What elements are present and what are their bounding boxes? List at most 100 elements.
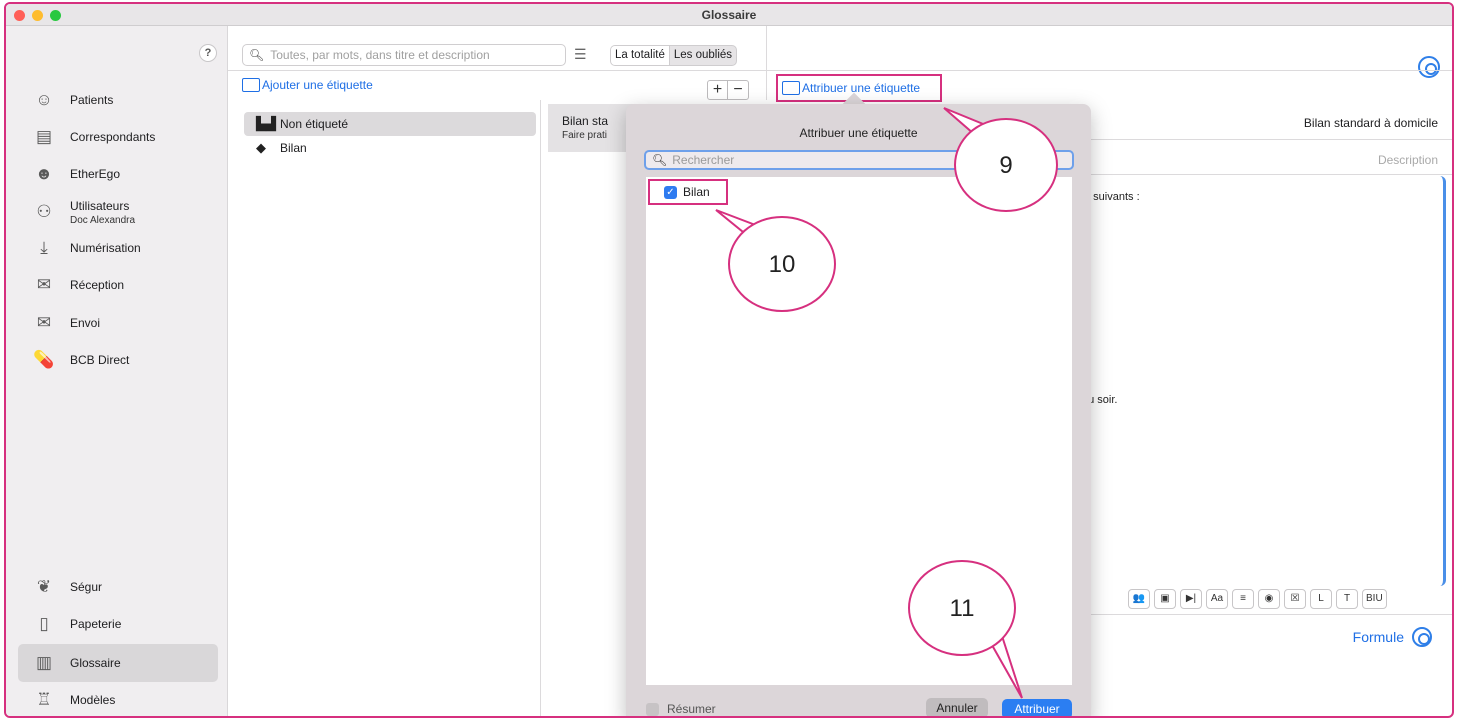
title-bar: Glossaire — [6, 4, 1452, 26]
glossary-entry-row[interactable]: Bilan sta Faire prati — [548, 104, 638, 152]
current-user-name: Doc Alexandra — [70, 214, 136, 226]
sidebar-item-etherego[interactable]: ☻ EtherEgo — [18, 158, 218, 190]
sidebar-item-label: Correspondants — [70, 130, 156, 144]
tag-folder-icon — [782, 81, 800, 95]
assign-confirm-button[interactable]: Attribuer — [1002, 699, 1072, 716]
document-title-field[interactable]: Bilan standard à domicile — [1304, 116, 1438, 130]
cancel-button[interactable]: Annuler — [926, 698, 988, 716]
tag-list-item[interactable]: ▙▟ Non étiqueté — [244, 112, 536, 136]
tab-forgotten[interactable]: Les oubliés — [670, 46, 736, 65]
callout-11: 11 — [908, 560, 1016, 656]
sidebar-item-bcb-direct[interactable]: 💊 BCB Direct — [18, 344, 218, 376]
contacts-icon: ▤ — [35, 127, 53, 146]
description-field[interactable]: Description — [1378, 153, 1438, 167]
group-icon: ⚇ — [36, 202, 52, 221]
sidebar-item-utilisateurs[interactable]: ⚇ Utilisateurs Doc Alexandra — [18, 194, 218, 230]
sidebar: ? ☺ Patients ▤ Correspondants ☻ EtherEgo… — [6, 26, 228, 716]
sidebar-item-label: Utilisateurs Doc Alexandra — [70, 199, 135, 226]
sidebar-item-envoi[interactable]: ✉ Envoi — [18, 307, 218, 339]
search-icon: 🔍︎ — [652, 153, 668, 167]
toolbar-divider — [228, 70, 1452, 71]
align-button[interactable]: ≡ — [1232, 589, 1254, 609]
preview-eye-icon[interactable]: ◉ — [1258, 589, 1280, 609]
add-tag-label: Ajouter une étiquette — [262, 78, 373, 92]
formula-button[interactable]: Formule — [1353, 627, 1432, 647]
callout-9: 9 — [954, 118, 1058, 212]
tab-all[interactable]: La totalité — [611, 46, 670, 65]
segur-icon: ❦ — [36, 577, 52, 596]
sidebar-item-correspondants[interactable]: ▤ Correspondants — [18, 121, 218, 153]
sidebar-item-utilisateurs-label: Utilisateurs — [70, 198, 130, 213]
tag-list-item[interactable]: ◆ Bilan — [244, 136, 536, 160]
scan-icon: ⤓ — [40, 238, 48, 257]
add-tag-button[interactable]: Ajouter une étiquette — [242, 78, 373, 92]
sidebar-item-label: Réception — [70, 278, 125, 292]
template-icon: ♖ — [36, 690, 52, 709]
add-button[interactable]: + — [708, 81, 728, 99]
smiley-icon: ☺ — [35, 90, 53, 109]
text-style-button[interactable]: BIU — [1362, 589, 1387, 609]
summarize-checkbox[interactable]: Résumer — [646, 702, 716, 716]
pane-divider — [540, 100, 541, 716]
sidebar-item-label: Numérisation — [70, 241, 141, 255]
add-remove-control: + − — [707, 80, 749, 100]
sidebar-item-papeterie[interactable]: ▯ Papeterie — [18, 608, 218, 640]
editor-text-fragment: e suivants : — [1084, 191, 1140, 203]
tag-checkbox-bilan[interactable]: ✓ Bilan — [648, 179, 728, 205]
tag-list-label: Bilan — [280, 141, 307, 155]
sidebar-item-glossaire[interactable]: ▥ Glossaire — [18, 644, 218, 682]
outbox-icon: ✉ — [36, 313, 52, 332]
sidebar-item-label: BCB Direct — [70, 353, 130, 367]
help-button[interactable]: ? — [199, 44, 217, 62]
sidebar-item-label: Modèles — [70, 693, 116, 707]
sidebar-item-label: Ségur — [70, 580, 103, 594]
sidebar-item-label: Glossaire — [70, 656, 121, 670]
page-icon: ▯ — [39, 614, 49, 633]
entry-subtitle: Faire prati — [562, 130, 608, 141]
text-editor[interactable] — [1066, 176, 1446, 586]
sidebar-item-label: Envoi — [70, 316, 101, 330]
filter-segmented-control: La totalité Les oubliés — [610, 45, 738, 66]
title-divider — [1066, 139, 1452, 140]
summarize-label: Résumer — [667, 702, 716, 716]
checkbox-box — [646, 702, 659, 716]
app-window: Glossaire ? ☺ Patients ▤ Correspondants … — [4, 2, 1454, 718]
sidebar-item-modeles[interactable]: ♖ Modèles — [18, 684, 218, 716]
assign-tag-label: Attribuer une étiquette — [802, 81, 921, 95]
settings-gear-icon[interactable] — [1418, 56, 1440, 78]
insert-patient-field-button[interactable]: 👥 — [1128, 589, 1150, 609]
search-input[interactable]: 🔍︎ Toutes, par mots, dans titre et descr… — [242, 44, 566, 66]
window-title: Glossaire — [701, 8, 757, 22]
tag-folder-icon — [242, 78, 260, 92]
sidebar-item-label: EtherEgo — [70, 167, 121, 181]
pill-icon: 💊 — [33, 350, 55, 369]
search-icon: 🔍︎ — [249, 48, 265, 62]
formula-gear-icon — [1412, 627, 1432, 647]
tag-list-label: Non étiqueté — [280, 117, 349, 131]
sidebar-item-label: Patients — [70, 93, 114, 107]
list-field-button[interactable]: L — [1310, 589, 1332, 609]
format-toolbar: 👥 ▣ ▶| Aa ≡ ◉ ☒ L T BIU — [1128, 589, 1387, 609]
sidebar-item-reception[interactable]: ✉ Réception — [18, 269, 218, 301]
next-field-button[interactable]: ▶| — [1180, 589, 1202, 609]
formula-label: Formule — [1352, 629, 1404, 645]
callout-10: 10 — [728, 216, 836, 312]
sidebar-item-label: Papeterie — [70, 617, 122, 631]
formula-divider — [1066, 614, 1452, 615]
text-field-button[interactable]: T — [1336, 589, 1358, 609]
toolbar-separator — [766, 26, 767, 100]
tag-icon: ◆ — [256, 140, 266, 155]
dialog-search-placeholder: Rechercher — [672, 153, 735, 167]
font-button[interactable]: Aa — [1206, 589, 1228, 609]
book-icon: ▥ — [35, 653, 53, 672]
insert-block-button[interactable]: ▣ — [1154, 589, 1176, 609]
sidebar-item-numerisation[interactable]: ⤓ Numérisation — [18, 232, 218, 264]
checkbox-field-button[interactable]: ☒ — [1284, 589, 1306, 609]
sidebar-item-segur[interactable]: ❦ Ségur — [18, 571, 218, 603]
sidebar-item-patients[interactable]: ☺ Patients — [18, 84, 218, 116]
entry-title: Bilan sta — [562, 114, 609, 128]
remove-button[interactable]: − — [728, 81, 748, 99]
filter-icon[interactable]: ☰ — [574, 46, 594, 64]
users-icon: ☻ — [35, 164, 53, 183]
book-open-icon: ▙▟ — [256, 116, 276, 131]
